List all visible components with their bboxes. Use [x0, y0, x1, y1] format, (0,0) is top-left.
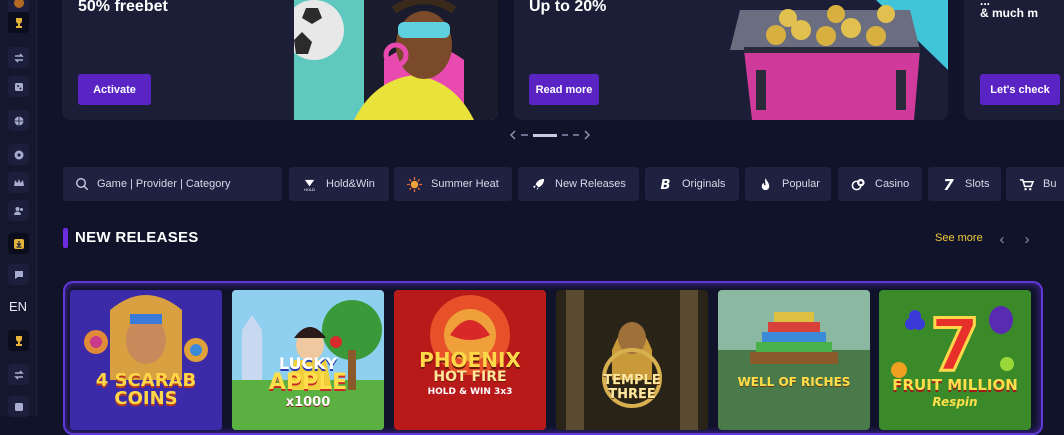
carousel-pagination[interactable]	[509, 128, 593, 142]
chip-label: New Releases	[555, 178, 626, 190]
game-subtitle: HOT FIRE	[433, 369, 507, 385]
svg-text:B: B	[660, 178, 670, 192]
seven-icon: 7	[940, 176, 956, 192]
game-title: TEMPLE	[603, 373, 661, 388]
football-player-illustration	[294, 0, 498, 120]
game-art	[70, 290, 222, 430]
game-art: 7	[879, 290, 1031, 430]
cube-icon[interactable]	[8, 396, 29, 417]
see-more-link[interactable]: See more	[935, 232, 983, 244]
banner-title: 50% freebet	[78, 0, 168, 15]
language-selector[interactable]: EN	[4, 296, 32, 318]
game-card-phoenix-hot-fire[interactable]: PHOENIX HOT FIRE HOLD & WIN 3x3	[394, 290, 546, 430]
chevron-left-icon	[509, 130, 516, 140]
svg-text:7: 7	[943, 177, 954, 192]
chevron-left-icon[interactable]: ‹	[994, 230, 1010, 248]
left-rail: EN	[0, 0, 37, 417]
game-card-fruit-million[interactable]: 7 FRUIT MILLION Respin	[879, 290, 1031, 430]
svg-text:7: 7	[930, 303, 980, 387]
chip-label: Hold&Win	[326, 178, 375, 190]
chip-originals[interactable]: B Originals	[645, 167, 739, 201]
chevron-right-icon[interactable]: ›	[1019, 230, 1035, 248]
banner-title: Up to 20%	[529, 0, 607, 15]
game-card-scarab-coins[interactable]: 4 SCARAB COINS	[70, 290, 222, 430]
search-icon	[75, 177, 89, 191]
promo-banner-freebet[interactable]: 50% freebet Activate	[62, 0, 498, 120]
game-title: FRUIT MILLION	[892, 376, 1018, 394]
treasure-chest-illustration	[726, 0, 948, 120]
game-subtitle: THREE	[608, 387, 656, 402]
sun-icon	[406, 176, 422, 192]
svg-text:HOLD: HOLD	[304, 188, 315, 192]
banner-subtitle: & much m	[980, 6, 1039, 20]
rocket-icon	[530, 176, 546, 192]
chip-slots[interactable]: 7 Slots	[928, 167, 1001, 201]
game-search[interactable]	[63, 167, 282, 201]
game-multiplier: x1000	[285, 395, 331, 410]
coin-icon	[13, 0, 24, 8]
chevron-right-icon	[584, 130, 591, 140]
chip-new-releases[interactable]: New Releases	[518, 167, 639, 201]
download-icon[interactable]	[8, 233, 29, 254]
chip-label: Summer Heat	[431, 178, 499, 190]
chip-popular[interactable]: Popular	[745, 167, 831, 201]
read-more-button[interactable]: Read more	[529, 74, 599, 105]
promo-banner-more[interactable]: ... & much m Let's check	[964, 0, 1064, 120]
chip-label: Popular	[782, 178, 820, 190]
flame-icon	[757, 176, 773, 192]
chat-icon[interactable]	[8, 264, 29, 285]
game-card-well-of-riches[interactable]: WELL OF RICHES	[718, 290, 870, 430]
trophy-icon[interactable]	[8, 12, 29, 33]
section-title: NEW RELEASES	[75, 229, 199, 246]
chip-label: Bu	[1043, 178, 1057, 190]
holdwin-icon: HOLD	[301, 176, 317, 192]
game-card-lucky-apple[interactable]: LUCKY APPLE x1000	[232, 290, 384, 430]
game-card-temple-three[interactable]: TEMPLE THREE	[556, 290, 708, 430]
chip-buy[interactable]: Bu	[1006, 167, 1064, 201]
chip-label: Slots	[965, 178, 990, 190]
chip-label: Originals	[682, 178, 726, 190]
crown-icon[interactable]	[8, 172, 29, 193]
chip-hold-win[interactable]: HOLD Hold&Win	[289, 167, 389, 201]
game-art	[556, 290, 708, 430]
chip-casino[interactable]: Casino	[838, 167, 922, 201]
chip-label: Casino	[875, 178, 910, 190]
promo-banner-cashback[interactable]: Up to 20% Read more	[514, 0, 948, 120]
chips-icon	[850, 176, 866, 192]
swap-icon[interactable]	[8, 47, 29, 68]
swap-icon[interactable]	[8, 364, 29, 385]
chip-summer-heat[interactable]: Summer Heat	[394, 167, 512, 201]
basketball-icon[interactable]	[8, 110, 29, 131]
trophy-icon[interactable]	[8, 330, 29, 351]
game-art	[718, 290, 870, 430]
section-accent	[63, 228, 68, 248]
game-title: PHOENIX	[419, 348, 521, 372]
game-subtitle: COINS	[114, 388, 178, 409]
football-icon[interactable]	[8, 144, 29, 165]
b-logo-icon: B	[657, 176, 673, 192]
game-subtitle: APPLE	[268, 370, 348, 395]
cart-icon	[1018, 176, 1034, 192]
cube-icon[interactable]	[8, 76, 29, 97]
game-title: WELL OF RICHES	[737, 375, 851, 389]
game-tag: HOLD & WIN 3x3	[427, 387, 513, 397]
search-input[interactable]	[95, 177, 279, 191]
users-icon[interactable]	[8, 200, 29, 221]
activate-button[interactable]: Activate	[78, 74, 151, 105]
game-subtitle: Respin	[932, 395, 978, 409]
lets-check-button[interactable]: Let's check	[980, 74, 1060, 105]
